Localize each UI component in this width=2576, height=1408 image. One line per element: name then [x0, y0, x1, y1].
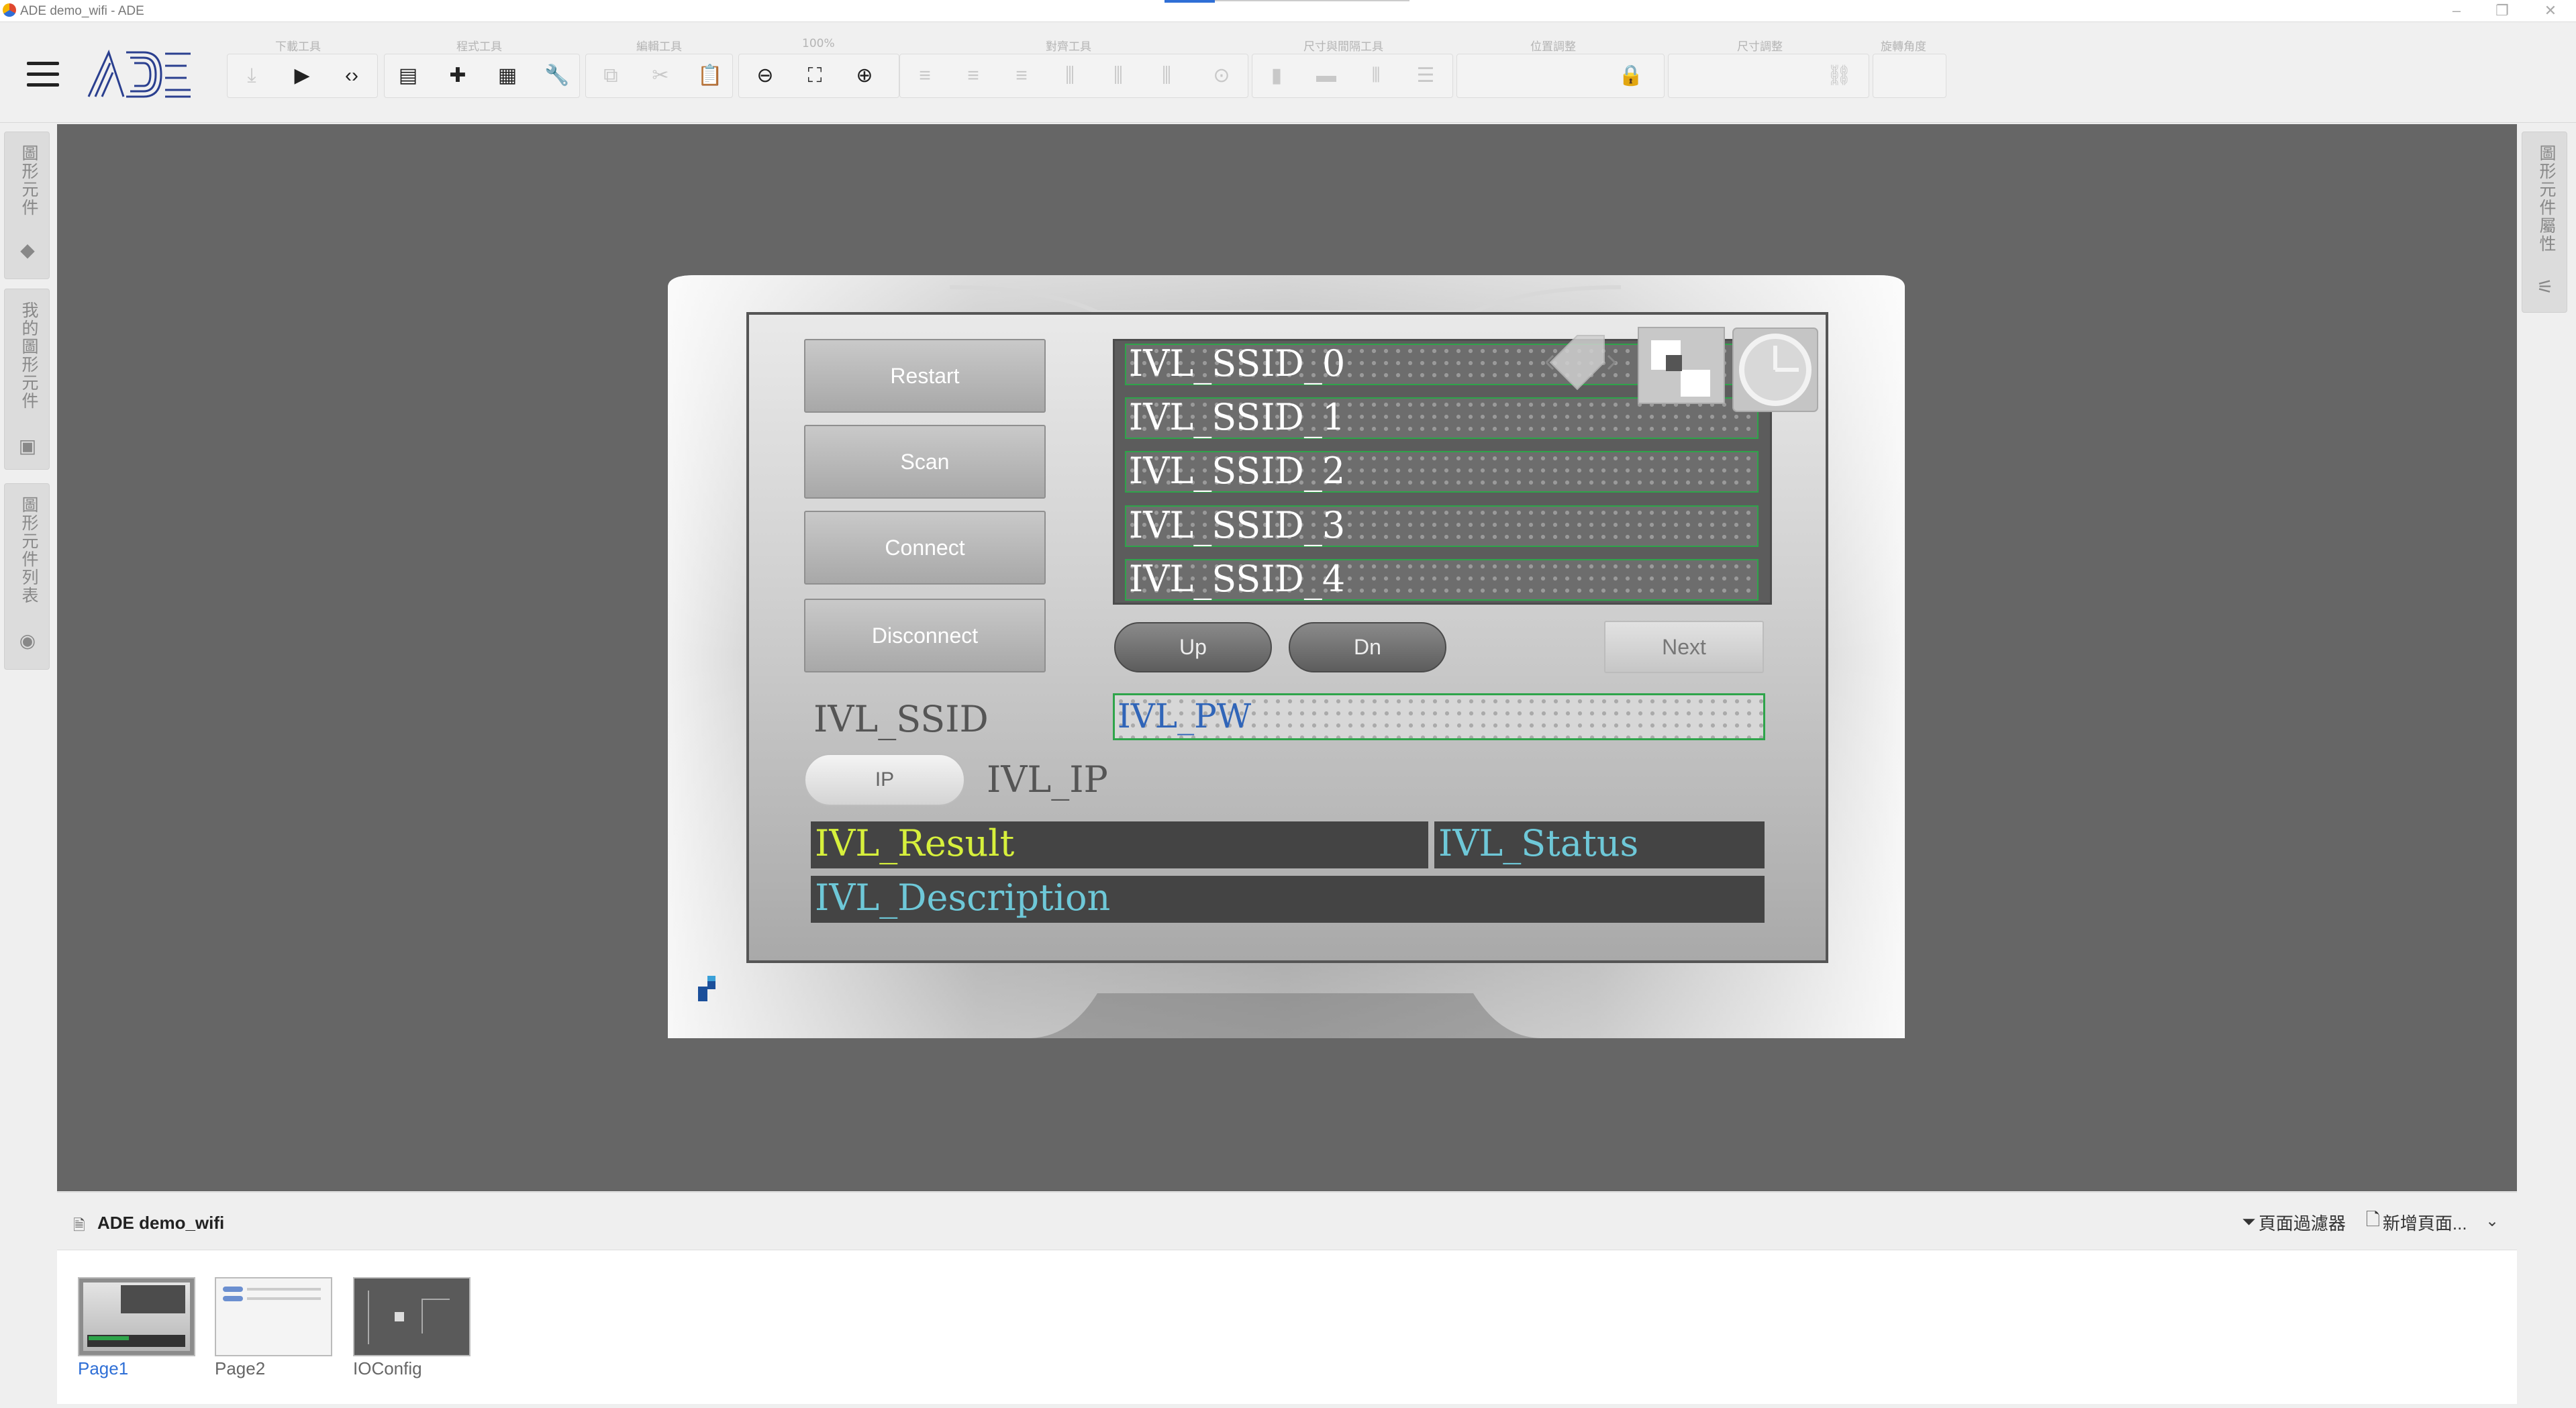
- page-thumbnail-page1[interactable]: [78, 1277, 195, 1356]
- restart-button[interactable]: Restart: [804, 339, 1046, 413]
- page-thumbnail-ioconfig[interactable]: [353, 1277, 470, 1356]
- eye-icon: ◉: [19, 630, 36, 651]
- preview-icon[interactable]: ▶: [282, 58, 322, 94]
- page-thumbnail-page2[interactable]: [215, 1277, 332, 1356]
- ip-button[interactable]: IP: [804, 754, 965, 806]
- fit-screen-icon[interactable]: ⛶: [795, 58, 835, 94]
- toolbar-group-label-position: 位置調整: [1530, 40, 1576, 54]
- project-title: ADE demo_wifi: [97, 1213, 225, 1233]
- vertical-spacing-icon[interactable]: ☰: [1405, 58, 1446, 94]
- window-title: ADE demo_wifi - ADE: [20, 4, 144, 18]
- pages-panel-header: 🗎 ADE demo_wifi ⏷ 頁面過濾器 🗋 新增頁面... ⌄: [57, 1192, 2517, 1250]
- restore-button[interactable]: ❐: [2489, 1, 2516, 20]
- title-bar: ADE demo_wifi - ADE – ❐ ✕: [0, 0, 2576, 22]
- horizontal-spacing-icon[interactable]: ⫴: [1356, 58, 1396, 94]
- link-size-icon[interactable]: ⛓: [1819, 58, 1859, 94]
- toolbar-group-label-program: 程式工具: [456, 40, 502, 54]
- dn-button[interactable]: Dn: [1289, 622, 1446, 672]
- page-filter-button[interactable]: ⏷ 頁面過濾器: [2242, 1211, 2346, 1234]
- status-label: IVL_Status: [1434, 821, 1765, 868]
- code-icon[interactable]: ‹›: [332, 58, 372, 94]
- align-middle-icon[interactable]: ⫼: [1098, 58, 1138, 94]
- ssid-list-item[interactable]: IVL_SSID_3: [1125, 505, 1758, 547]
- sidetab-label: 圖形元件列表: [19, 496, 39, 605]
- puzzle-icon[interactable]: ✚: [438, 58, 478, 94]
- sidetab-component-list[interactable]: 圖形元件列表 ◉: [4, 483, 50, 670]
- sidetab-label: 圖形元件: [19, 144, 39, 217]
- align-center-point-icon[interactable]: ⊙: [1201, 58, 1242, 94]
- page-name-ioconfig[interactable]: IOConfig: [353, 1358, 422, 1379]
- same-size-icon[interactable]: ▮: [1256, 58, 1297, 94]
- zoom-out-icon[interactable]: ⊖: [745, 58, 785, 94]
- next-button[interactable]: Next: [1604, 621, 1764, 673]
- align-bottom-icon[interactable]: ⫼: [1146, 58, 1187, 94]
- align-right-icon[interactable]: ≡: [1001, 58, 1042, 94]
- toolbar-group-label-download: 下載工具: [275, 40, 321, 54]
- toolbar-group-label-rotation: 旋轉角度: [1881, 40, 1926, 54]
- page-filter-label: 頁面過濾器: [2258, 1213, 2346, 1234]
- ip-label: IVL_IP: [987, 758, 1108, 801]
- description-label: IVL_Description: [811, 876, 1765, 923]
- same-width-icon[interactable]: ▬: [1306, 58, 1346, 94]
- disconnect-button[interactable]: Disconnect: [804, 599, 1046, 672]
- storage-icon[interactable]: ▤: [388, 58, 428, 94]
- ssid-list-item[interactable]: IVL_SSID_4: [1125, 559, 1758, 601]
- cut-icon[interactable]: ✂: [640, 58, 681, 94]
- clock-widget-icon: [1732, 328, 1818, 412]
- up-button[interactable]: Up: [1114, 622, 1272, 672]
- tag-icon: [1545, 335, 1617, 391]
- app-icon: [3, 3, 16, 17]
- add-page-button[interactable]: 🗋 新增頁面...: [2366, 1209, 2467, 1234]
- ssid-label: IVL_SSID: [813, 698, 989, 740]
- hamburger-menu-button[interactable]: [26, 62, 60, 89]
- align-center-icon[interactable]: ≡: [953, 58, 993, 94]
- sidetab-label: 我的圖形元件: [19, 301, 39, 410]
- title-progress-indicator: [1165, 0, 1215, 3]
- toolbar-group-rotation: [1873, 54, 1946, 98]
- align-left-icon[interactable]: ≡: [905, 58, 945, 94]
- close-button[interactable]: ✕: [2537, 1, 2564, 20]
- ade-logo: [87, 49, 191, 98]
- widgets-icon[interactable]: ▦: [487, 58, 528, 94]
- sidetab-component-properties[interactable]: 圖形元件屬性 ⚟: [2522, 132, 2567, 313]
- chevron-down-icon[interactable]: ⌄: [2485, 1211, 2499, 1231]
- page-name-page1[interactable]: Page1: [78, 1358, 128, 1379]
- sliders-icon: ⚟: [2536, 276, 2554, 297]
- copy-icon[interactable]: ⧉: [591, 58, 631, 94]
- zoom-in-icon[interactable]: ⊕: [844, 58, 885, 94]
- connect-button[interactable]: Connect: [804, 511, 1046, 585]
- filter-icon: ⏷: [2242, 1211, 2256, 1231]
- toolbar-group-label-align: 對齊工具: [1046, 40, 1091, 54]
- sidetab-graphic-components[interactable]: 圖形元件 ◆: [4, 132, 50, 279]
- wrench-icon[interactable]: 🔧: [537, 58, 577, 94]
- sidetab-label: 圖形元件屬性: [2537, 144, 2557, 253]
- document-icon: 🗎: [73, 1217, 85, 1234]
- gift-icon: ▣: [18, 436, 37, 456]
- align-top-icon[interactable]: ⫼: [1050, 58, 1090, 94]
- password-field[interactable]: IVL_PW: [1113, 693, 1765, 740]
- ssid-list-item[interactable]: IVL_SSID_2: [1125, 451, 1758, 493]
- toolbar-group-label-zoom: 100%: [802, 37, 835, 50]
- toolbar-group-label-edit: 編輯工具: [636, 40, 682, 54]
- paste-icon[interactable]: 📋: [690, 58, 730, 94]
- sidetab-my-components[interactable]: 我的圖形元件 ▣: [4, 289, 50, 470]
- result-label: IVL_Result: [811, 821, 1428, 868]
- add-file-icon: 🗋: [2366, 1209, 2380, 1229]
- minimize-button[interactable]: –: [2443, 1, 2470, 20]
- page-name-page2[interactable]: Page2: [215, 1358, 265, 1379]
- toolbar-group-label-size-spacing: 尺寸與間隔工具: [1303, 40, 1383, 54]
- title-progress-track: [1215, 0, 1409, 1]
- diamond-icon: ◆: [20, 240, 35, 260]
- lock-position-icon[interactable]: 🔒: [1611, 58, 1651, 94]
- download-icon[interactable]: ⤓: [232, 58, 272, 94]
- scan-button[interactable]: Scan: [804, 425, 1046, 499]
- toolbar-group-label-size: 尺寸調整: [1737, 40, 1783, 54]
- add-page-label: 新增頁面...: [2382, 1213, 2467, 1234]
- qr-code-widget-icon: [1638, 327, 1725, 404]
